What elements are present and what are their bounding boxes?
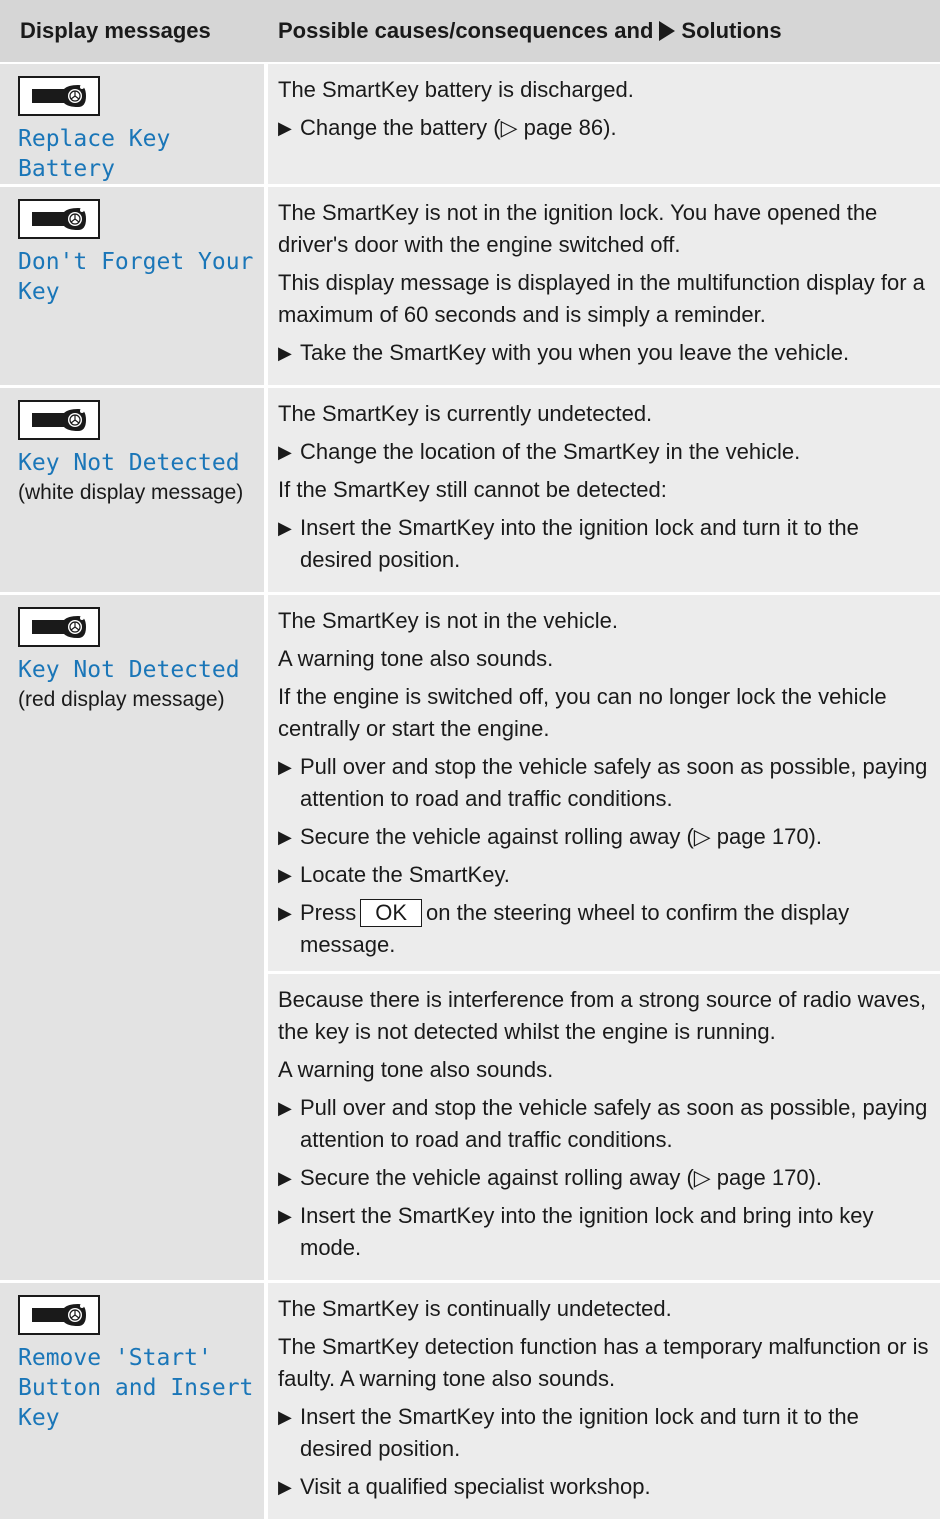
step-text-before: Press (300, 900, 357, 925)
step-triangle-icon: ▶ (278, 442, 292, 462)
display-message-text: Key Not Detected (18, 450, 240, 476)
solution-step: ▶ Secure the vehicle against rolling away… (278, 1162, 934, 1194)
solution-step: ▶ Insert the SmartKey into the ignition l… (278, 512, 934, 576)
header-display-messages: Display messages (20, 18, 211, 43)
cause-text: The SmartKey detection function has a te… (278, 1334, 929, 1391)
smartkey-icon (18, 199, 100, 239)
solution-step-text: Change the location of the SmartKey in t… (300, 439, 801, 464)
solution-step: ▶ Insert the SmartKey into the ignition l… (278, 1200, 934, 1264)
causes-solutions-cell: The SmartKey is continually undetected. T… (268, 1283, 940, 1519)
display-message-cell: Don't Forget Your Key (0, 187, 264, 385)
display-message-note: (white display message) (18, 481, 244, 504)
solution-step-text: Press OK on the steering wheel to confirm … (300, 897, 934, 961)
solution-triangle-icon (659, 21, 676, 41)
smartkey-icon (18, 1295, 100, 1335)
solution-step: ▶ Insert the SmartKey into the ignition l… (278, 1401, 934, 1465)
header-causes-label: Possible causes/consequences and (278, 18, 654, 43)
solution-step-text: Secure the vehicle against rolling away … (300, 824, 822, 849)
cause-text: A warning tone also sounds. (278, 1057, 554, 1082)
solution-step: ▶ Press OK on the steering wheel to confirm… (278, 897, 934, 961)
cause-text: If the SmartKey still cannot be detected… (278, 477, 667, 502)
step-triangle-icon: ▶ (278, 1168, 292, 1188)
ok-key: OK (360, 899, 423, 927)
cause-text: Because there is interference from a str… (278, 987, 927, 1044)
causes-solutions-cell: The SmartKey is currently undetected. ▶ Ch… (268, 388, 940, 592)
step-triangle-icon: ▶ (278, 757, 292, 777)
solution-step: ▶ Pull over and stop the vehicle safely a… (278, 1092, 934, 1156)
step-triangle-icon: ▶ (278, 518, 292, 538)
cause-text: A warning tone also sounds. (278, 646, 554, 671)
solution-step-text: Secure the vehicle against rolling away … (300, 1165, 822, 1190)
display-message-cell: Replace Key Battery (0, 64, 264, 184)
display-message-text: Don't Forget Your Key (18, 249, 254, 305)
table-row: Key Not Detected (red display message) The… (0, 595, 940, 1283)
solution-step-text: Take the SmartKey with you when you leav… (300, 340, 850, 365)
causes-solutions-cell: The SmartKey battery is discharged. ▶ Chan… (268, 64, 940, 184)
header-causes-solutions: Possible causes/consequences and Solutio… (268, 18, 782, 44)
solution-step: ▶ Take the SmartKey with you when you lea… (278, 337, 934, 369)
step-triangle-icon: ▶ (278, 1098, 292, 1118)
solution-step: ▶ Secure the vehicle against rolling away… (278, 821, 934, 853)
table-header: Display messages Possible causes/consequ… (0, 0, 940, 64)
table-row: Don't Forget Your Key The SmartKey is not… (0, 187, 940, 388)
display-message-text: Key Not Detected (18, 657, 240, 683)
table-body: Replace Key Battery The SmartKey battery … (0, 64, 940, 1522)
smartkey-icon (18, 76, 100, 116)
display-message-text: Replace Key Battery (18, 126, 171, 182)
step-triangle-icon: ▶ (278, 343, 292, 363)
step-triangle-icon: ▶ (278, 865, 292, 885)
solution-step-text: Pull over and stop the vehicle safely as… (300, 754, 928, 811)
display-messages-table: Display messages Possible causes/consequ… (0, 0, 940, 1522)
display-message-cell: Key Not Detected (white display message) (0, 388, 264, 592)
step-triangle-icon: ▶ (278, 903, 292, 923)
cause-text: The SmartKey is not in the ignition lock… (278, 200, 878, 257)
solution-step: ▶ Locate the SmartKey. (278, 859, 934, 891)
table-row: Remove 'Start' Button and Insert Key The … (0, 1283, 940, 1522)
display-message-cell: Key Not Detected (red display message) (0, 595, 264, 1280)
step-triangle-icon: ▶ (278, 1206, 292, 1226)
cause-text: The SmartKey battery is discharged. (278, 77, 634, 102)
causes-solutions-cell: The SmartKey is not in the ignition lock… (268, 187, 940, 385)
solution-step-text: Insert the SmartKey into the ignition lo… (300, 515, 859, 572)
solution-step-text: Pull over and stop the vehicle safely as… (300, 1095, 928, 1152)
solution-step: ▶ Pull over and stop the vehicle safely a… (278, 751, 934, 815)
solution-step-text: Visit a qualified specialist workshop. (300, 1474, 651, 1499)
solution-step: ▶ Visit a qualified specialist workshop. (278, 1471, 934, 1503)
solution-step-text: Insert the SmartKey into the ignition lo… (300, 1404, 859, 1461)
step-triangle-icon: ▶ (278, 1407, 292, 1427)
solution-step-text: Locate the SmartKey. (300, 862, 510, 887)
cause-subsection: Because there is interference from a str… (268, 971, 940, 1264)
display-message-cell: Remove 'Start' Button and Insert Key (0, 1283, 264, 1519)
smartkey-icon (18, 400, 100, 440)
cause-text: The SmartKey is not in the vehicle. (278, 608, 618, 633)
smartkey-icon (18, 607, 100, 647)
causes-solutions-cell: The SmartKey is not in the vehicle. A war… (268, 595, 940, 1280)
header-solutions-label: Solutions (681, 18, 782, 43)
display-message-text: Remove 'Start' Button and Insert Key (18, 1345, 254, 1431)
step-triangle-icon: ▶ (278, 827, 292, 847)
solution-step: ▶ Change the battery (▷ page 86). (278, 112, 934, 144)
step-triangle-icon: ▶ (278, 1477, 292, 1497)
cause-text: This display message is displayed in the… (278, 270, 925, 327)
display-message-note: (red display message) (18, 688, 225, 711)
solution-step-text: Change the battery (▷ page 86). (300, 115, 617, 140)
table-row: Key Not Detected (white display message) T… (0, 388, 940, 595)
solution-step-text: Insert the SmartKey into the ignition lo… (300, 1203, 874, 1260)
cause-text: The SmartKey is currently undetected. (278, 401, 653, 426)
table-row: Replace Key Battery The SmartKey battery … (0, 64, 940, 187)
solution-step: ▶ Change the location of the SmartKey in … (278, 436, 934, 468)
cause-text: If the engine is switched off, you can n… (278, 684, 887, 741)
cause-text: The SmartKey is continually undetected. (278, 1296, 672, 1321)
step-triangle-icon: ▶ (278, 118, 292, 138)
